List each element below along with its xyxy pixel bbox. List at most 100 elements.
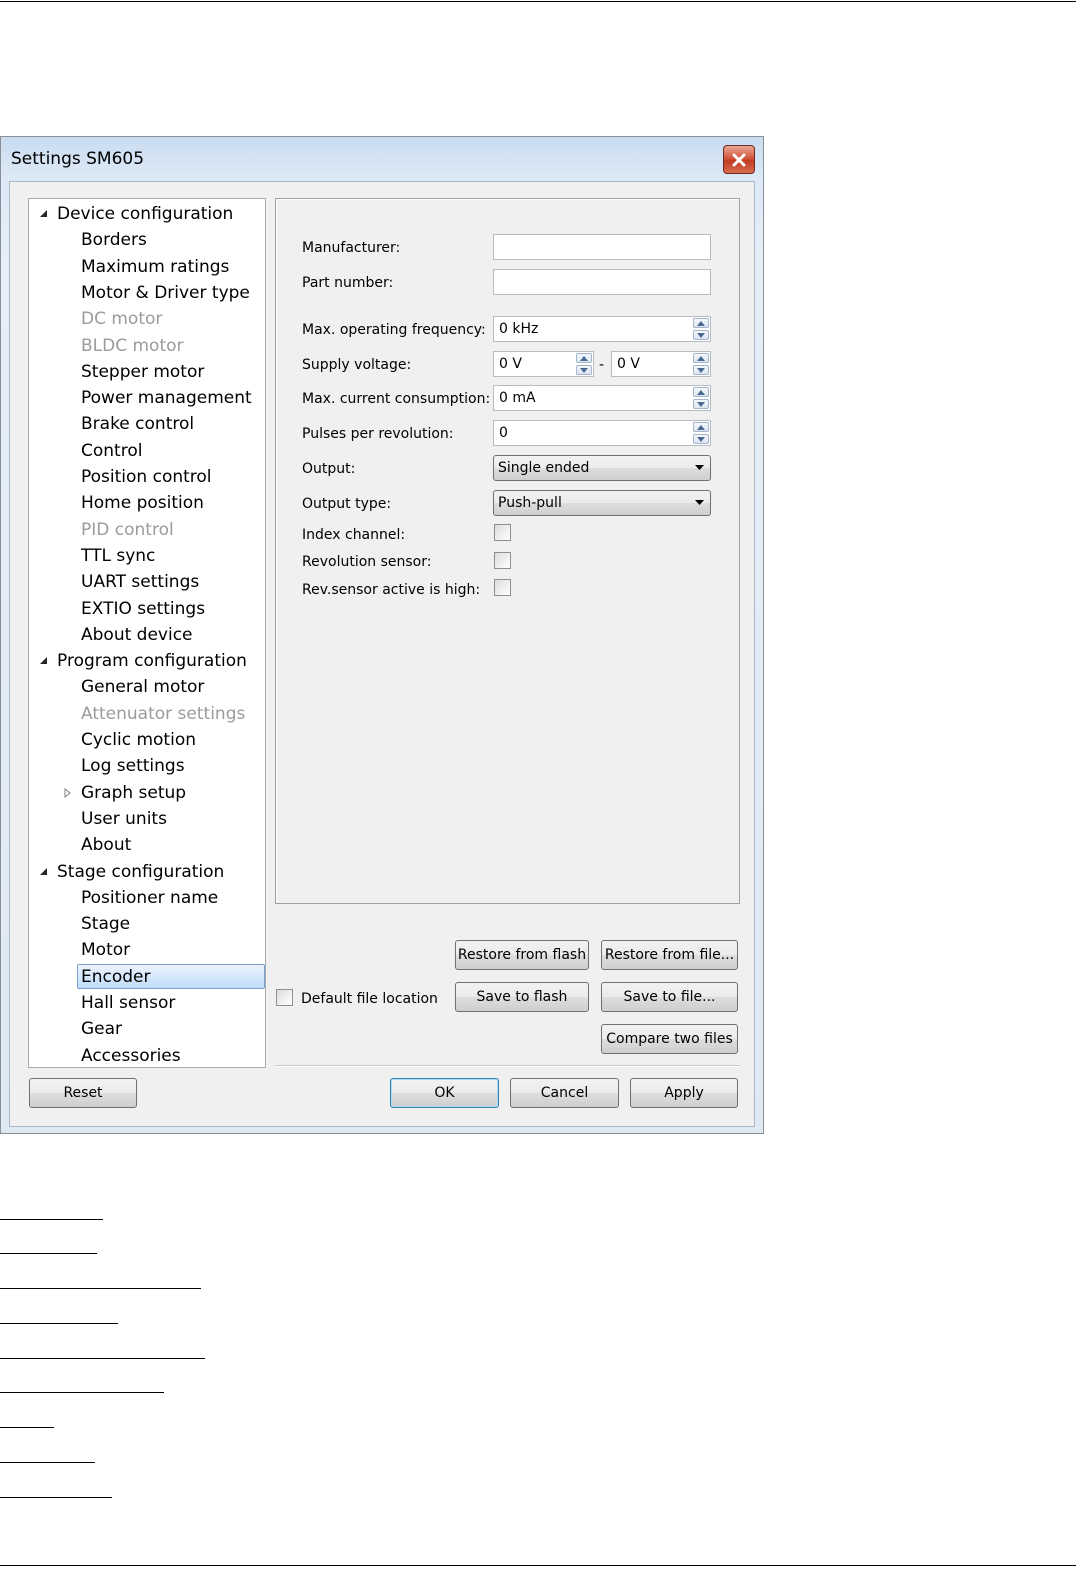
output-type-dropdown[interactable]: Push-pull — [493, 490, 711, 516]
tree-item[interactable]: Position control — [29, 464, 265, 490]
tree-item[interactable]: Program configuration — [29, 648, 265, 674]
spin-down-button[interactable] — [693, 399, 709, 409]
link-underline[interactable] — [0, 1497, 112, 1498]
tree-item-label: Program configuration — [57, 651, 247, 672]
revolution-sensor-checkbox[interactable] — [494, 552, 511, 569]
apply-button[interactable]: Apply — [630, 1078, 738, 1108]
down-arrow-icon — [697, 436, 705, 442]
tree-item[interactable]: Cyclic motion — [29, 727, 265, 753]
link-underline[interactable] — [0, 1462, 95, 1463]
rev-sensor-active-high-label: Rev.sensor active is high: — [302, 582, 481, 598]
default-file-location-label: Default file location — [301, 991, 438, 1007]
tree-item[interactable]: Graph setup — [29, 780, 265, 806]
link-underline[interactable] — [0, 1219, 103, 1220]
save-to-file-button[interactable]: Save to file... — [601, 982, 738, 1012]
tree-item[interactable]: General motor — [29, 674, 265, 700]
index-channel-checkbox[interactable] — [494, 524, 511, 541]
spin-up-button[interactable] — [693, 353, 709, 363]
tree-item-label: Accessories — [81, 1045, 181, 1066]
restore-from-flash-button[interactable]: Restore from flash — [455, 940, 589, 970]
down-arrow-icon — [697, 401, 705, 407]
tree-item[interactable]: DC motor — [29, 306, 265, 332]
tree-item-label: Control — [81, 440, 143, 461]
tree-item-label: Graph setup — [81, 782, 187, 803]
spin-up-button[interactable] — [693, 318, 709, 328]
tree-item[interactable]: Maximum ratings — [29, 254, 265, 280]
collapsed-triangle-icon[interactable] — [60, 780, 74, 806]
spin-arrows — [693, 387, 709, 409]
pulses-per-rev-spinbox[interactable]: 0 — [493, 420, 711, 446]
tree-item[interactable]: Device configuration — [29, 201, 265, 227]
save-to-flash-button[interactable]: Save to flash — [455, 982, 589, 1012]
spin-down-button[interactable] — [576, 365, 592, 375]
tree-item[interactable]: Stepper motor — [29, 359, 265, 385]
tree-item[interactable]: Hall sensor — [29, 990, 265, 1016]
tree-item[interactable]: Borders — [29, 227, 265, 253]
tree-item[interactable]: Stage configuration — [29, 859, 265, 885]
tree-item[interactable]: PID control — [29, 517, 265, 543]
spin-up-button[interactable] — [693, 422, 709, 432]
spin-down-button[interactable] — [693, 434, 709, 444]
up-arrow-icon — [697, 320, 705, 326]
tree-item[interactable]: Gear — [29, 1016, 265, 1042]
tree-item[interactable]: Positioner name — [29, 885, 265, 911]
max-frequency-spinbox[interactable]: 0 kHz — [493, 316, 711, 342]
tree-item[interactable]: Encoder — [29, 963, 265, 990]
spin-up-button[interactable] — [576, 353, 592, 363]
chevron-down-icon — [695, 500, 704, 505]
link-underline[interactable] — [0, 1427, 54, 1428]
tree-item-label: Device configuration — [57, 204, 234, 224]
tree-item[interactable]: Accessories — [29, 1043, 265, 1067]
tree-item-label: UART settings — [81, 572, 200, 593]
link-underline[interactable] — [0, 1288, 201, 1289]
down-arrow-icon — [697, 367, 705, 373]
tree-item[interactable]: Stage — [29, 911, 265, 937]
up-arrow-icon — [697, 389, 705, 395]
tree-item[interactable]: TTL sync — [29, 543, 265, 569]
tree-item[interactable]: EXTIO settings — [29, 596, 265, 622]
link-underline[interactable] — [0, 1323, 118, 1324]
tree-item[interactable]: Attenuator settings — [29, 701, 265, 727]
output-dropdown[interactable]: Single ended — [493, 455, 711, 481]
restore-from-file-button[interactable]: Restore from file... — [601, 940, 738, 970]
link-underline[interactable] — [0, 1392, 164, 1393]
settings-tree[interactable]: Device configuration Borders Maximum ratin… — [28, 198, 266, 1068]
link-underline[interactable] — [0, 1253, 97, 1254]
tree-item[interactable]: User units — [29, 806, 265, 832]
tree-item[interactable]: BLDC motor — [29, 333, 265, 359]
expanded-triangle-icon[interactable] — [36, 201, 50, 227]
max-current-spinbox[interactable]: 0 mA — [493, 385, 711, 411]
supply-voltage-min-spinbox[interactable]: 0 V — [493, 351, 594, 377]
expanded-triangle-icon[interactable] — [36, 648, 50, 674]
manufacturer-input[interactable] — [493, 234, 711, 260]
supply-voltage-max-spinbox[interactable]: 0 V — [611, 351, 711, 377]
compare-two-files-button[interactable]: Compare two files — [601, 1024, 738, 1054]
part-number-input[interactable] — [493, 269, 711, 295]
reset-button[interactable]: Reset — [29, 1078, 137, 1108]
tree-item[interactable]: Log settings — [29, 753, 265, 779]
tree-item[interactable]: Motor & Driver type — [29, 280, 265, 306]
tree-item[interactable]: Brake control — [29, 411, 265, 437]
cancel-button[interactable]: Cancel — [510, 1078, 619, 1108]
tree-item[interactable]: UART settings — [29, 569, 265, 595]
tree-item[interactable]: Home position — [29, 490, 265, 516]
spin-down-button[interactable] — [693, 365, 709, 375]
ok-button[interactable]: OK — [390, 1078, 499, 1108]
close-button[interactable] — [723, 145, 755, 174]
tree-item[interactable]: About device — [29, 622, 265, 648]
max-current-value: 0 mA — [499, 390, 536, 406]
default-file-location-checkbox[interactable] — [276, 989, 293, 1006]
tree-item[interactable]: Power management — [29, 385, 265, 411]
tree-item[interactable]: Control — [29, 438, 265, 464]
tree-item-label: Stepper motor — [81, 361, 205, 382]
link-underline[interactable] — [0, 1358, 205, 1359]
part-number-label: Part number: — [302, 275, 394, 291]
tree-item[interactable]: Motor — [29, 937, 265, 963]
rev-sensor-active-high-checkbox[interactable] — [494, 579, 511, 596]
tree-item[interactable]: About — [29, 832, 265, 858]
expanded-triangle-icon[interactable] — [36, 859, 50, 885]
spin-down-button[interactable] — [693, 330, 709, 340]
tree-item-label: Positioner name — [81, 887, 219, 908]
spin-up-button[interactable] — [693, 387, 709, 397]
max-current-label: Max. current consumption: — [302, 391, 491, 407]
